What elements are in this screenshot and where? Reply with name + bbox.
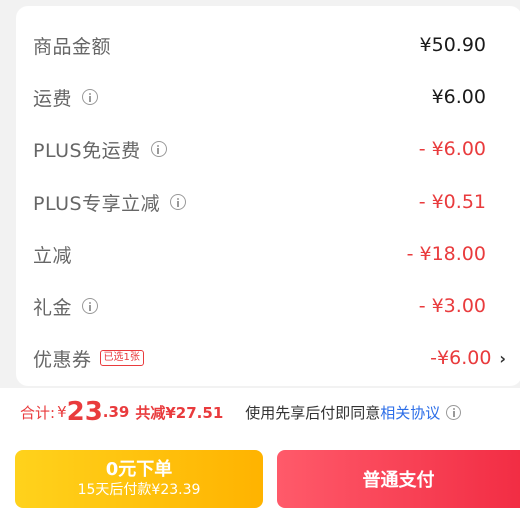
info-icon[interactable]	[82, 298, 99, 314]
goods-amount-label: 商品金额	[33, 35, 112, 58]
info-icon[interactable]	[170, 194, 187, 210]
instant-discount-label: 立减	[33, 244, 73, 267]
payment-footer: 0元下单 15天后付款¥23.39 普通支付	[0, 436, 520, 527]
total-savings: 共减¥27.51	[135, 403, 224, 422]
goods-amount-value: ¥50.90	[419, 34, 486, 56]
price-breakdown-card: 商品金额 ¥50.90 运费 ¥6.00 PLUS免运费 - ¥6.00 PLU…	[16, 6, 520, 386]
instant-discount-value: - ¥18.00	[406, 243, 486, 265]
info-icon[interactable]	[82, 89, 99, 105]
row-plus-free-shipping: PLUS免运费 - ¥6.00	[33, 129, 486, 169]
order-summary-bar: 合计: ¥ 23 .39 共减¥27.51 使用先享后付即同意 相关协议	[0, 388, 520, 436]
plus-discount-label: PLUS专享立减	[33, 192, 161, 215]
plus-free-shipping-label: PLUS免运费	[33, 139, 141, 162]
total-currency: ¥	[57, 403, 67, 421]
pay-later-title: 0元下单	[105, 459, 173, 480]
shipping-value: ¥6.00	[431, 86, 486, 108]
agreement-text: 使用先享后付即同意	[245, 403, 381, 422]
shipping-label: 运费	[33, 87, 73, 110]
coupon-selected-badge: 已选1张	[99, 350, 144, 366]
plus-discount-value: - ¥0.51	[418, 191, 486, 213]
info-icon[interactable]	[446, 404, 462, 420]
total-decimal: .39	[102, 403, 130, 421]
total-integer: 23	[66, 397, 103, 427]
plus-free-shipping-value: - ¥6.00	[418, 138, 486, 160]
row-goods-amount: 商品金额 ¥50.90	[33, 25, 486, 65]
row-gift-money: 礼金 - ¥3.00	[33, 286, 486, 326]
gift-money-value: - ¥3.00	[418, 295, 486, 317]
row-shipping: 运费 ¥6.00	[33, 77, 486, 117]
info-icon[interactable]	[150, 141, 167, 157]
pay-later-button[interactable]: 0元下单 15天后付款¥23.39	[15, 450, 263, 508]
row-plus-discount: PLUS专享立减 - ¥0.51	[33, 182, 486, 222]
coupon-value: -¥6.00	[430, 347, 492, 369]
agreement-link[interactable]: 相关协议	[380, 402, 440, 423]
row-coupon[interactable]: 优惠券 已选1张 -¥6.00 ›	[33, 338, 506, 378]
row-instant-discount: 立减 - ¥18.00	[33, 234, 486, 274]
normal-pay-button[interactable]: 普通支付	[277, 450, 520, 508]
total-label: 合计:	[20, 403, 56, 422]
chevron-right-icon[interactable]: ›	[499, 349, 506, 368]
coupon-label: 优惠券	[33, 348, 92, 371]
gift-money-label: 礼金	[33, 296, 73, 319]
pay-later-subtitle: 15天后付款¥23.39	[77, 482, 201, 498]
